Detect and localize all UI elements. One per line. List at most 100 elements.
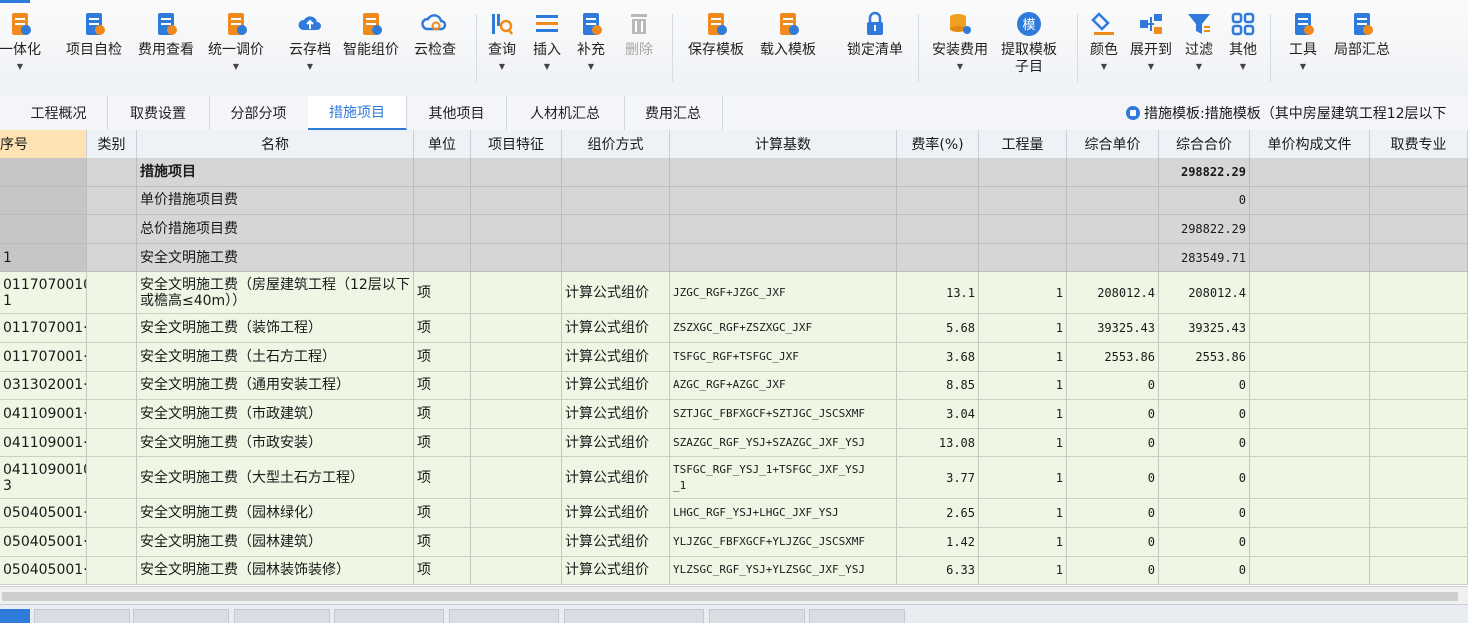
table-cell-base[interactable]: TSFGC_RGF+TSFGC_JXF: [670, 343, 897, 371]
table-cell-total[interactable]: 0: [1159, 428, 1250, 457]
table-cell-qty[interactable]: 1: [979, 428, 1067, 457]
table-row[interactable]: 050405001··· 安全文明施工费（园林绿化）项 计算公式组价LHGC_RGF…: [0, 499, 1468, 528]
table-cell-empty[interactable]: [1370, 457, 1468, 499]
table-cell-total[interactable]: 0: [1159, 400, 1250, 428]
table-cell-unit_price[interactable]: 0: [1067, 528, 1159, 556]
table-cell-name[interactable]: 安全文明施工费（园林装饰装修）: [137, 556, 414, 585]
table-cell-empty[interactable]: [1370, 371, 1468, 400]
table-cell-empty[interactable]: [1250, 186, 1370, 215]
table-cell-rate[interactable]: [897, 186, 979, 215]
table-cell-code[interactable]: [0, 158, 87, 186]
table-cell-base[interactable]: SZAZGC_RGF_YSJ+SZAZGC_JXF_YSJ: [670, 428, 897, 457]
toolbar-button-17[interactable]: 颜色 ▼: [1086, 10, 1122, 90]
table-cell-qty[interactable]: 1: [979, 528, 1067, 556]
table-cell-unit_price[interactable]: 208012.4: [1067, 272, 1159, 314]
table-cell-empty[interactable]: [471, 343, 562, 371]
table-cell-empty[interactable]: [471, 528, 562, 556]
table-cell-empty[interactable]: [1250, 528, 1370, 556]
table-cell-rate[interactable]: 1.42: [897, 528, 979, 556]
table-cell-qty[interactable]: 1: [979, 457, 1067, 499]
toolbar-button-3[interactable]: 费用查看: [134, 10, 198, 90]
toolbar-button-21[interactable]: 工具 ▼: [1285, 10, 1321, 90]
table-cell-rate[interactable]: 8.85: [897, 371, 979, 400]
table-cell-empty[interactable]: [471, 371, 562, 400]
table-cell-unit[interactable]: 项: [414, 272, 471, 314]
table-cell-unit_price[interactable]: [1067, 215, 1159, 243]
column-header-8[interactable]: 费率(%): [897, 130, 979, 158]
table-cell-unit_price[interactable]: [1067, 158, 1159, 186]
table-cell-unit[interactable]: 项: [414, 556, 471, 585]
table-cell-unit_price[interactable]: 0: [1067, 400, 1159, 428]
table-cell-method[interactable]: [562, 243, 670, 272]
table-cell-name[interactable]: 安全文明施工费（园林绿化）: [137, 499, 414, 527]
table-cell-empty[interactable]: [1370, 158, 1468, 186]
table-cell-name[interactable]: 安全文明施工费（市政建筑）: [137, 400, 414, 428]
table-cell-method[interactable]: 计算公式组价: [562, 457, 670, 499]
table-cell-empty[interactable]: [1250, 158, 1370, 186]
table-cell-unit[interactable]: 项: [414, 499, 471, 527]
table-cell-qty[interactable]: 1: [979, 400, 1067, 428]
bottom-tab-1[interactable]: [0, 609, 30, 623]
table-cell-method[interactable]: [562, 186, 670, 215]
table-cell-qty[interactable]: 1: [979, 556, 1067, 585]
table-cell-total[interactable]: 283549.71: [1159, 243, 1250, 272]
bottom-tab-3[interactable]: [133, 609, 229, 623]
column-header-12[interactable]: 单价构成文件: [1250, 130, 1370, 158]
table-cell-total[interactable]: 2553.86: [1159, 343, 1250, 371]
toolbar-button-19[interactable]: 过滤 ▼: [1180, 10, 1218, 90]
column-header-7[interactable]: 计算基数: [670, 130, 897, 158]
table-cell-rate[interactable]: 3.77: [897, 457, 979, 499]
table-cell-code[interactable]: 050405001···: [0, 499, 87, 527]
table-cell-empty[interactable]: [1370, 428, 1468, 457]
table-cell-unit[interactable]: [414, 215, 471, 243]
table-cell-empty[interactable]: [87, 556, 137, 585]
table-cell-code[interactable]: 01170700100 1: [0, 272, 87, 314]
table-cell-method[interactable]: 计算公式组价: [562, 556, 670, 585]
table-cell-total[interactable]: 39325.43: [1159, 314, 1250, 342]
table-cell-base[interactable]: [670, 243, 897, 272]
column-header-9[interactable]: 工程量: [979, 130, 1067, 158]
table-cell-empty[interactable]: [471, 428, 562, 457]
table-cell-unit[interactable]: 项: [414, 528, 471, 556]
table-row[interactable]: 01170700100 1 安全文明施工费（房屋建筑工程（12层以下或檐高≤40m…: [0, 272, 1468, 315]
table-cell-unit_price[interactable]: 0: [1067, 499, 1159, 527]
table-cell-unit[interactable]: 项: [414, 343, 471, 371]
table-cell-code[interactable]: 04110900100 3: [0, 457, 87, 499]
column-header-2[interactable]: 类别: [87, 130, 137, 158]
table-cell-unit[interactable]: 项: [414, 371, 471, 400]
table-cell-empty[interactable]: [471, 457, 562, 499]
table-cell-total[interactable]: 0: [1159, 371, 1250, 400]
bottom-tab-4[interactable]: [234, 609, 330, 623]
table-cell-code[interactable]: 1: [0, 243, 87, 272]
toolbar-button-8[interactable]: 查询 ▼: [482, 10, 522, 90]
table-cell-total[interactable]: 0: [1159, 457, 1250, 499]
table-cell-rate[interactable]: [897, 215, 979, 243]
table-cell-empty[interactable]: [87, 499, 137, 527]
table-cell-empty[interactable]: [1250, 556, 1370, 585]
table-cell-rate[interactable]: [897, 243, 979, 272]
table-cell-code[interactable]: 050405001···: [0, 528, 87, 556]
table-cell-empty[interactable]: [1370, 400, 1468, 428]
table-cell-qty[interactable]: [979, 186, 1067, 215]
table-cell-empty[interactable]: [1250, 499, 1370, 527]
table-cell-method[interactable]: [562, 215, 670, 243]
table-cell-empty[interactable]: [87, 158, 137, 186]
table-cell-name[interactable]: 单价措施项目费: [137, 186, 414, 215]
table-cell-method[interactable]: 计算公式组价: [562, 400, 670, 428]
table-cell-method[interactable]: 计算公式组价: [562, 371, 670, 400]
table-row[interactable]: 04110900100 3 安全文明施工费（大型土石方工程）项 计算公式组价TSFG…: [0, 457, 1468, 500]
table-cell-total[interactable]: 208012.4: [1159, 272, 1250, 314]
table-cell-empty[interactable]: [1370, 272, 1468, 314]
toolbar-button-22[interactable]: 局部汇总: [1330, 10, 1394, 90]
table-row[interactable]: 单价措施项目费 0: [0, 186, 1468, 216]
table-cell-rate[interactable]: 6.33: [897, 556, 979, 585]
bottom-tab-2[interactable]: [34, 609, 130, 623]
table-cell-empty[interactable]: [471, 215, 562, 243]
table-row[interactable]: 031302001··· 安全文明施工费（通用安装工程）项 计算公式组价AZGC_R…: [0, 371, 1468, 401]
column-header-3[interactable]: 名称: [137, 130, 414, 158]
table-cell-rate[interactable]: 13.1: [897, 272, 979, 314]
table-cell-base[interactable]: [670, 186, 897, 215]
table-cell-empty[interactable]: [1250, 428, 1370, 457]
table-cell-empty[interactable]: [1250, 343, 1370, 371]
table-cell-total[interactable]: 298822.29: [1159, 215, 1250, 243]
